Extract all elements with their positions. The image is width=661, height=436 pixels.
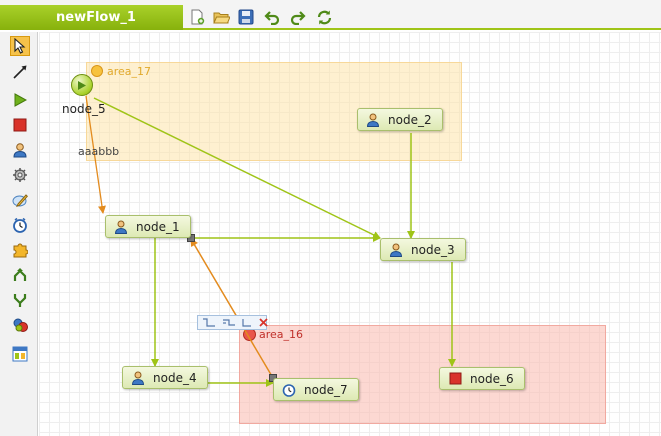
bend-point-icon[interactable] [242,317,252,328]
new-file-icon[interactable] [188,8,206,26]
end-icon [448,372,462,386]
user-icon [389,243,403,257]
user-icon [114,220,128,234]
redo-icon[interactable] [289,8,307,26]
user-icon [131,371,145,385]
node-node3[interactable]: node_3 [380,238,466,261]
swimlane-tool-icon[interactable] [10,344,30,364]
node5-label: node_5 [62,102,106,116]
start-node-tool-icon[interactable] [10,90,30,110]
user-icon [366,113,380,127]
connection-tool-icon[interactable] [10,62,30,82]
human-task-tool-icon[interactable] [10,140,30,160]
timer-icon [282,383,296,397]
workflow-editor: newFlow_1 area_17 area_16 node_5 aaabbb … [0,0,661,436]
end-node-tool-icon[interactable] [10,115,30,135]
node-node1[interactable]: node_1 [105,215,191,238]
gateway-split-tool-icon[interactable] [10,290,30,310]
tool-palette [0,32,38,436]
node-node6[interactable]: node_6 [439,367,525,390]
connection-mini-toolbar [197,315,269,330]
delete-connection-icon[interactable] [258,317,269,328]
open-folder-icon[interactable] [212,8,230,26]
editor-tab[interactable]: newFlow_1 [0,5,183,30]
start-node-node5[interactable] [71,74,93,96]
edge-condition-label[interactable]: aaabbb [78,145,119,158]
node-node2[interactable]: node_2 [357,108,443,131]
undo-icon[interactable] [263,8,281,26]
refresh-icon[interactable] [315,8,333,26]
area-17-marker-icon [91,65,103,77]
save-icon[interactable] [237,8,255,26]
top-bar: newFlow_1 [0,0,661,30]
multi-instance-tool-icon[interactable] [10,315,30,335]
node-node4[interactable]: node_4 [122,366,208,389]
gateway-join-tool-icon[interactable] [10,265,30,285]
timer-tool-icon[interactable] [10,215,30,235]
select-tool-icon[interactable] [10,36,30,56]
subprocess-tool-icon[interactable] [10,240,30,260]
node-node7[interactable]: node_7 [273,378,359,401]
route-straight-icon[interactable] [202,317,216,328]
service-task-tool-icon[interactable] [10,165,30,185]
route-manhattan-icon[interactable] [222,317,236,328]
script-task-tool-icon[interactable] [10,190,30,210]
area-17-label: area_17 [107,65,152,78]
